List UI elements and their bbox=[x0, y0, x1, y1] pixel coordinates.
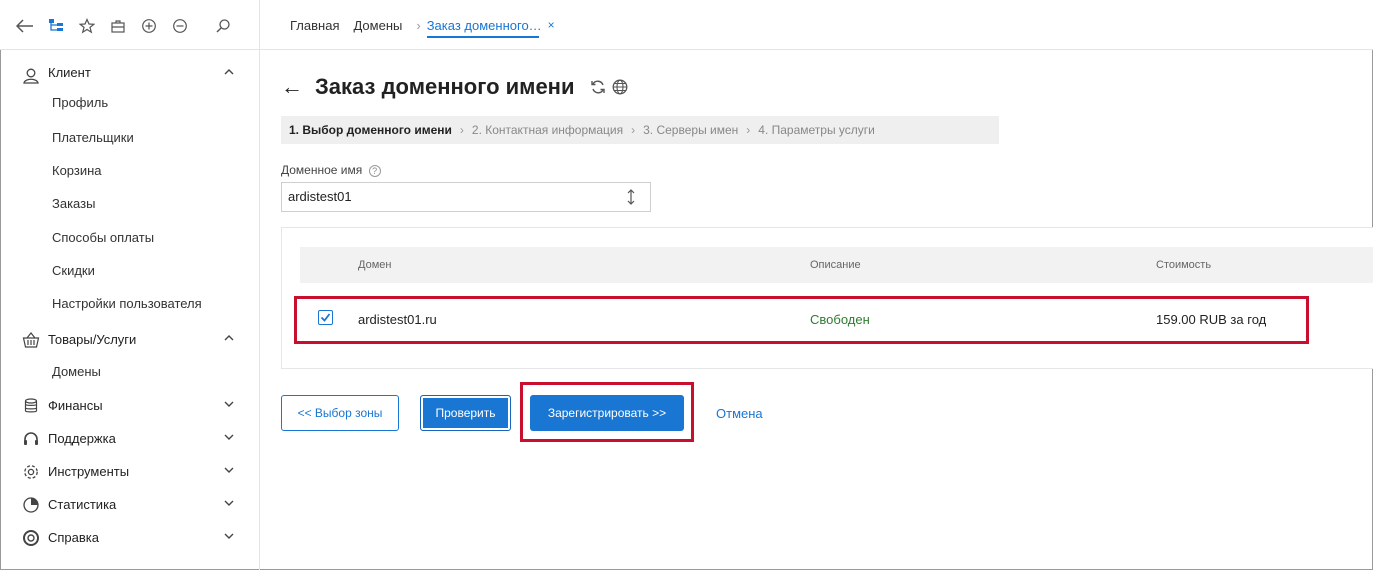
chevron-down-icon[interactable] bbox=[223, 398, 235, 410]
sidebar-group-statistics[interactable]: Статистика bbox=[0, 489, 259, 519]
sidebar-item-payment-methods[interactable]: Способы оплаты bbox=[52, 230, 154, 245]
checkmark-icon bbox=[320, 313, 331, 322]
sidebar-group-support[interactable]: Поддержка bbox=[0, 423, 259, 453]
step-name-servers[interactable]: 3. Серверы имен bbox=[643, 123, 738, 137]
sidebar-item-user-settings[interactable]: Настройки пользователя bbox=[52, 296, 202, 311]
chevron-up-icon[interactable] bbox=[223, 66, 235, 78]
toolbar-icons bbox=[14, 14, 243, 38]
column-header-description: Описание bbox=[810, 259, 861, 271]
sidebar-group-label: Справка bbox=[48, 530, 99, 545]
sidebar-item-profile[interactable]: Профиль bbox=[52, 95, 108, 110]
top-bar: Главная Домены › Заказ доменного… × bbox=[0, 0, 1373, 50]
register-button[interactable]: Зарегистрировать >> bbox=[530, 395, 684, 431]
row-domain: ardistest01.ru bbox=[358, 312, 437, 327]
domain-name-input[interactable]: ardistest01 bbox=[281, 182, 651, 212]
row-price: 159.00 RUB за год bbox=[1156, 312, 1267, 327]
lifebuoy-icon bbox=[23, 530, 39, 546]
step-separator: › bbox=[631, 123, 636, 137]
domain-name-label: Доменное имя ? bbox=[281, 163, 381, 177]
step-domain-selection[interactable]: 1. Выбор доменного имени bbox=[289, 123, 452, 137]
domain-name-label-text: Доменное имя bbox=[281, 163, 363, 177]
gear-icon bbox=[24, 465, 38, 479]
tab-bar: Главная Домены › Заказ доменного… × bbox=[290, 0, 569, 50]
headset-icon bbox=[24, 432, 38, 445]
page-title-text: Заказ доменного имени bbox=[315, 74, 575, 99]
basket-icon bbox=[22, 332, 40, 348]
pie-chart-icon bbox=[23, 497, 39, 513]
check-button[interactable]: Проверить bbox=[420, 395, 511, 431]
globe-icon[interactable] bbox=[611, 78, 629, 96]
tab-domain-order[interactable]: Заказ доменного… × bbox=[426, 0, 555, 50]
sidebar-group-label: Клиент bbox=[48, 65, 91, 80]
sidebar-item-domains[interactable]: Домены bbox=[52, 364, 101, 379]
page-title: ← Заказ доменного имени bbox=[281, 74, 629, 100]
sidebar-item-discounts[interactable]: Скидки bbox=[52, 263, 95, 278]
row-checkbox[interactable] bbox=[318, 310, 333, 325]
chevron-up-icon[interactable] bbox=[223, 332, 235, 344]
chevron-down-icon[interactable] bbox=[223, 464, 235, 476]
tab-domain-order-label: Заказ доменного… bbox=[426, 17, 542, 33]
sidebar-divider bbox=[259, 0, 260, 570]
step-service-params[interactable]: 4. Параметры услуги bbox=[758, 123, 875, 137]
tab-home[interactable]: Главная bbox=[290, 0, 339, 50]
zoom-out-icon[interactable] bbox=[169, 15, 191, 37]
row-status: Свободен bbox=[810, 312, 870, 327]
tab-domains[interactable]: Домены bbox=[353, 0, 402, 50]
sidebar-group-client[interactable]: Клиент bbox=[0, 60, 259, 90]
zoom-in-icon[interactable] bbox=[138, 15, 160, 37]
sidebar-group-label: Товары/Услуги bbox=[48, 332, 137, 347]
sidebar-group-finance[interactable]: Финансы bbox=[0, 390, 259, 420]
sidebar-group-goods[interactable]: Товары/Услуги bbox=[0, 324, 259, 354]
sidebar-group-tools[interactable]: Инструменты bbox=[0, 456, 259, 486]
tree-icon[interactable] bbox=[45, 15, 67, 37]
column-header-price: Стоимость bbox=[1156, 259, 1212, 271]
star-icon[interactable] bbox=[76, 15, 98, 37]
back-button[interactable]: ← bbox=[281, 74, 303, 100]
step-separator: › bbox=[746, 123, 751, 137]
back-arrow-icon[interactable] bbox=[14, 15, 36, 37]
step-contact-info[interactable]: 2. Контактная информация bbox=[472, 123, 623, 137]
chevron-down-icon[interactable] bbox=[223, 431, 235, 443]
chevron-down-icon[interactable] bbox=[223, 497, 235, 509]
resize-arrows-icon[interactable] bbox=[625, 189, 637, 205]
help-icon[interactable]: ? bbox=[368, 165, 381, 177]
chevron-down-icon[interactable] bbox=[223, 530, 235, 542]
coins-icon bbox=[24, 398, 38, 413]
column-header-domain: Домен bbox=[358, 259, 392, 271]
sidebar-group-label: Финансы bbox=[48, 398, 103, 413]
step-separator: › bbox=[459, 123, 464, 137]
sidebar-group-help[interactable]: Справка bbox=[0, 522, 259, 552]
wizard-steps: 1. Выбор доменного имени › 2. Контактная… bbox=[281, 116, 999, 144]
breadcrumb-separator: › bbox=[416, 17, 421, 33]
active-tab-underline bbox=[426, 36, 539, 38]
select-zone-button[interactable]: << Выбор зоны bbox=[281, 395, 399, 431]
sidebar-group-label: Поддержка bbox=[48, 431, 116, 446]
sidebar-group-label: Инструменты bbox=[48, 464, 130, 479]
briefcase-icon[interactable] bbox=[107, 15, 129, 37]
refresh-icon[interactable] bbox=[589, 78, 607, 96]
search-icon[interactable] bbox=[212, 15, 234, 37]
user-icon bbox=[23, 68, 39, 84]
sidebar-item-orders[interactable]: Заказы bbox=[52, 196, 95, 211]
table-header: Домен Описание Стоимость bbox=[300, 247, 1373, 283]
sidebar-group-label: Статистика bbox=[48, 497, 117, 512]
cancel-link[interactable]: Отмена bbox=[716, 406, 763, 421]
sidebar-item-payers[interactable]: Плательщики bbox=[52, 130, 134, 145]
sidebar-item-cart[interactable]: Корзина bbox=[52, 163, 102, 178]
close-icon[interactable]: × bbox=[548, 18, 555, 32]
